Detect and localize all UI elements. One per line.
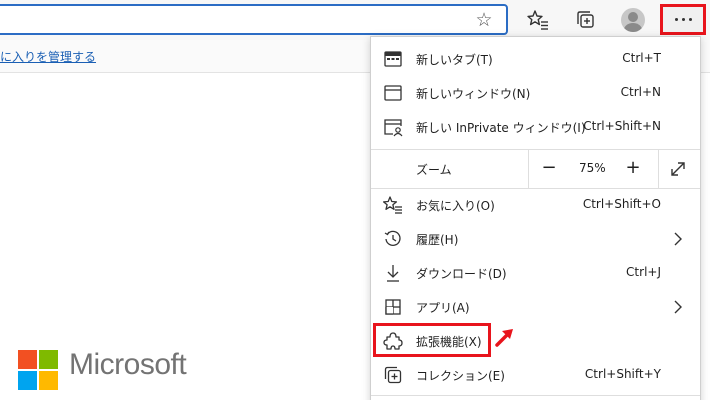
more-settings-button[interactable] <box>660 4 706 35</box>
logo-square-green <box>39 350 58 369</box>
new-window-icon <box>384 85 402 101</box>
menu-item-label: ダウンロード(D) <box>416 267 507 281</box>
fullscreen-expand-icon[interactable] <box>668 159 688 179</box>
menu-item-shortcut: Ctrl+Shift+Y <box>584 367 661 381</box>
menu-item-downloads[interactable]: ダウンロード(D) Ctrl+J <box>371 256 700 290</box>
chevron-right-icon <box>674 300 682 314</box>
favorites-star-list-icon[interactable] <box>526 8 550 32</box>
menu-item-label: コレクション(E) <box>416 369 505 383</box>
extensions-highlight-box <box>373 323 491 357</box>
menu-item-shortcut: Ctrl+T <box>622 51 661 65</box>
menu-item-label: お気に入り(O) <box>416 199 495 213</box>
menu-item-new-tab[interactable]: 新しいタブ(T) Ctrl+T <box>371 42 700 76</box>
favorites-icon <box>383 196 402 214</box>
zoom-out-button[interactable]: − <box>536 158 562 180</box>
menu-item-new-window[interactable]: 新しいウィンドウ(N) Ctrl+N <box>371 76 700 110</box>
browser-toolbar: ☆ <box>0 0 710 40</box>
menu-item-label: 新しい InPrivate ウィンドウ(I) <box>416 121 586 135</box>
download-icon <box>387 265 399 282</box>
manage-favorites-link[interactable]: に入りを管理する <box>0 48 96 65</box>
logo-square-red <box>18 350 37 369</box>
menu-item-label: 新しいウィンドウ(N) <box>416 87 531 101</box>
logo-square-blue <box>18 371 37 390</box>
new-tab-icon <box>384 51 402 67</box>
menu-item-shortcut: Ctrl+J <box>626 265 661 279</box>
zoom-level: 75% <box>579 161 606 175</box>
menu-item-label: 新しいタブ(T) <box>416 53 493 67</box>
chevron-right-icon <box>674 232 682 246</box>
star-outline-icon[interactable]: ☆ <box>474 10 494 30</box>
collections-icon <box>384 366 402 384</box>
zoom-in-button[interactable]: + <box>620 158 646 180</box>
menu-item-favorites[interactable]: お気に入り(O) Ctrl+Shift+O <box>371 188 700 222</box>
red-arrow-icon <box>495 329 513 347</box>
history-icon <box>384 230 401 247</box>
inprivate-window-icon <box>384 119 403 137</box>
ellipsis-icon <box>674 18 692 21</box>
address-bar[interactable]: ☆ <box>0 4 508 35</box>
menu-item-collections[interactable]: コレクション(E) Ctrl+Shift+Y <box>371 358 700 392</box>
zoom-label: ズーム <box>416 163 452 177</box>
zoom-separator <box>528 150 529 188</box>
microsoft-logo-icon <box>18 350 58 390</box>
menu-item-shortcut: Ctrl+Shift+O <box>582 197 661 211</box>
microsoft-wordmark: Microsoft <box>69 348 187 381</box>
apps-icon <box>385 299 401 315</box>
menu-item-new-inprivate-window[interactable]: 新しい InPrivate ウィンドウ(I) Ctrl+Shift+N <box>371 110 700 144</box>
menu-item-history[interactable]: 履歴(H) <box>371 222 700 256</box>
menu-item-shortcut: Ctrl+N <box>620 85 661 99</box>
collections-svg <box>577 11 594 28</box>
menu-item-label: 履歴(H) <box>416 233 459 247</box>
menu-item-apps[interactable]: アプリ(A) <box>371 290 700 324</box>
collections-icon[interactable] <box>574 8 598 32</box>
profile-avatar-icon[interactable] <box>621 8 645 32</box>
menu-zoom-row: ズーム − 75% + <box>371 150 700 188</box>
menu-divider <box>371 395 700 396</box>
menu-item-shortcut: Ctrl+Shift+N <box>583 119 661 133</box>
menu-item-label: アプリ(A) <box>416 301 470 315</box>
zoom-separator <box>658 150 659 188</box>
logo-square-yellow <box>39 371 58 390</box>
favorites-star-list-svg <box>527 10 548 30</box>
